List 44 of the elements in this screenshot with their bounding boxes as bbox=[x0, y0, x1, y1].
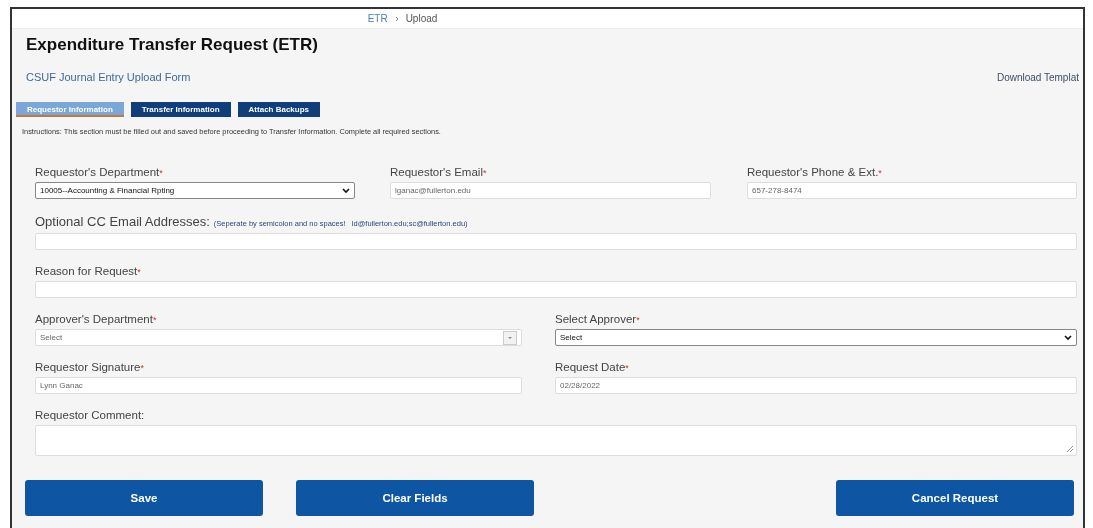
field-label: Requestor's Phone & Ext. bbox=[747, 166, 879, 178]
action-button[interactable]: Cancel Request bbox=[836, 480, 1074, 516]
dropdown[interactable]: Select bbox=[35, 329, 522, 346]
field-label: Requestor Comment: bbox=[35, 409, 145, 421]
breadcrumb-link[interactable]: ETR bbox=[367, 13, 388, 24]
dropdown[interactable]: 10005--Accounting & Financial Rpting bbox=[35, 182, 355, 199]
caret-icon bbox=[506, 334, 514, 341]
breadcrumb-text: Upload bbox=[405, 13, 438, 24]
dropdown-toggle[interactable] bbox=[503, 330, 517, 345]
action-button[interactable]: Save bbox=[25, 480, 263, 516]
dropdown[interactable]: Select bbox=[555, 329, 1077, 346]
input-field[interactable]: lganac@fullerton.edu bbox=[390, 182, 711, 199]
field-label: Requestor's Department bbox=[35, 166, 160, 178]
field-label: Requestor Signature bbox=[35, 361, 141, 373]
input-field[interactable]: 02/28/2022 bbox=[555, 377, 1077, 394]
download-link[interactable]: Download Templat bbox=[996, 71, 1079, 83]
required-mark: * bbox=[625, 363, 629, 373]
required-mark: * bbox=[159, 168, 163, 178]
tab[interactable]: Transfer Information bbox=[130, 102, 231, 117]
chevron-down-icon bbox=[342, 187, 350, 194]
field-label: Approver's Department bbox=[35, 313, 153, 325]
field-label: Select Approver bbox=[555, 313, 637, 325]
field-label: Reason for Request bbox=[35, 265, 138, 277]
required-mark: * bbox=[152, 315, 157, 325]
comment-field[interactable] bbox=[35, 425, 1077, 456]
required-mark: * bbox=[140, 363, 144, 373]
input-field[interactable] bbox=[35, 233, 1077, 250]
input-field[interactable] bbox=[35, 281, 1077, 298]
action-button[interactable]: Clear Fields bbox=[296, 480, 534, 516]
chevron-down-icon bbox=[1064, 334, 1072, 341]
field-label: Requestor's Email bbox=[390, 166, 483, 178]
page-title: Expenditure Transfer Request (ETR) bbox=[26, 35, 319, 55]
field-label: Request Date bbox=[555, 361, 626, 373]
required-mark: * bbox=[137, 267, 141, 277]
required-mark: * bbox=[878, 168, 882, 178]
chevron-right-icon bbox=[393, 15, 400, 22]
form-subtitle: CSUF Journal Entry Upload Form bbox=[26, 71, 191, 83]
required-mark: * bbox=[482, 168, 487, 178]
input-field[interactable]: 657-278-8474 bbox=[747, 182, 1077, 199]
resize-grip-icon bbox=[1067, 446, 1073, 452]
required-mark: * bbox=[636, 315, 640, 325]
tab[interactable]: Attach Backups bbox=[237, 102, 321, 117]
field-label: Optional CC Email Addresses: bbox=[35, 214, 210, 229]
input-field[interactable]: Lynn Ganac bbox=[35, 377, 522, 394]
